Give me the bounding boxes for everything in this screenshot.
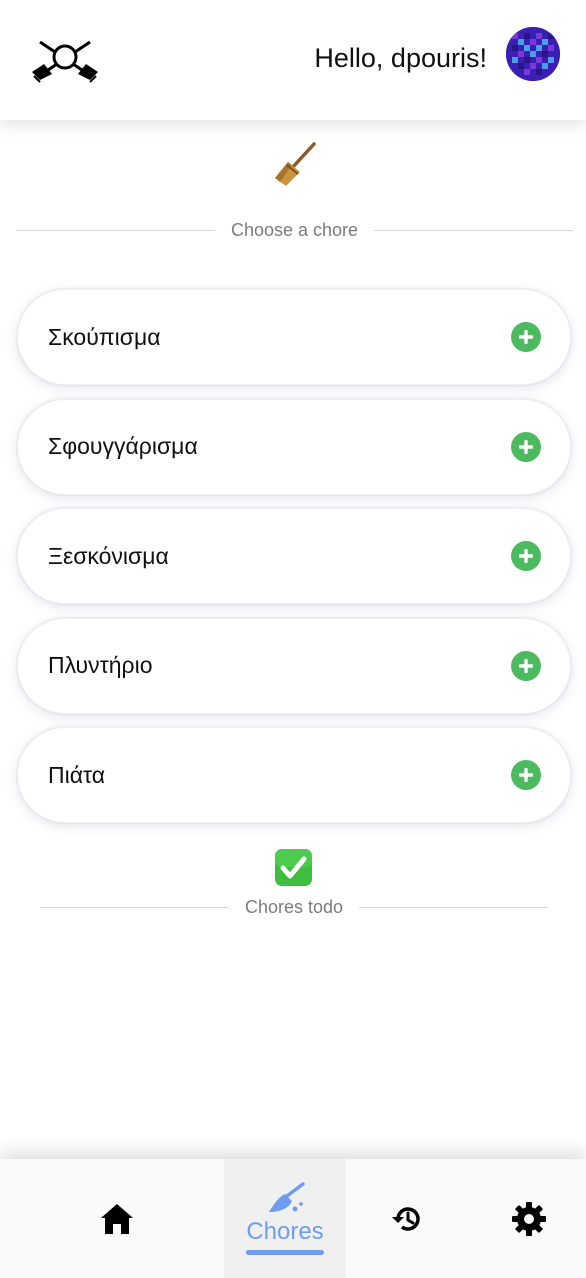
add-circle-icon[interactable] — [511, 322, 541, 352]
chore-item-skoupisma[interactable]: Σκούπισμα — [17, 289, 571, 385]
nav-settings[interactable] — [468, 1159, 586, 1278]
broom-icon — [269, 1182, 305, 1212]
avatar[interactable] — [506, 27, 560, 81]
divider-line-right — [359, 907, 548, 908]
add-circle-icon[interactable] — [511, 431, 541, 462]
nav-chores[interactable]: Chores — [224, 1159, 346, 1278]
chores-todo-label: Chores todo — [244, 897, 344, 917]
add-circle-icon[interactable] — [511, 650, 541, 681]
divider-line-left — [16, 230, 215, 231]
nav-history[interactable] — [346, 1159, 468, 1278]
choose-chore-label: Choose a chore — [230, 220, 359, 240]
check-mark-emoji — [274, 848, 313, 887]
chore-list: Σκούπισμα Σφουγγάρισμα Ξεσκόνισμα Πλυντή… — [17, 289, 571, 837]
crossed-brooms-icon[interactable] — [30, 34, 100, 84]
chore-label: Ξεσκόνισμα — [48, 542, 169, 569]
divider-line-right — [374, 230, 573, 231]
chore-label: Πλυντήριο — [48, 652, 153, 678]
nav-home[interactable] — [61, 1159, 173, 1278]
chore-label: Σκούπισμα — [48, 323, 161, 350]
chore-item-piata[interactable]: Πιάτα — [17, 727, 571, 823]
add-circle-icon[interactable] — [511, 541, 541, 571]
nav-chores-label: Chores — [246, 1218, 324, 1245]
chore-label: Σφουγγάρισμα — [48, 433, 198, 459]
gear-icon — [512, 1201, 546, 1236]
chore-label: Πιάτα — [48, 761, 106, 788]
greeting-text: Hello, dpouris! — [314, 43, 487, 73]
broom-emoji — [270, 140, 320, 190]
divider-line-left — [40, 907, 229, 908]
history-icon — [392, 1206, 420, 1231]
home-icon — [101, 1203, 133, 1234]
app-header: Hello, dpouris! — [0, 0, 586, 120]
active-indicator — [246, 1250, 324, 1255]
bottom-nav: Chores — [0, 1159, 586, 1278]
chores-todo-divider: Chores todo — [40, 897, 548, 918]
chore-item-sfouggarisma[interactable]: Σφουγγάρισμα — [17, 398, 571, 495]
add-circle-icon[interactable] — [511, 760, 541, 790]
choose-chore-divider: Choose a chore — [16, 220, 573, 241]
nav-chores-content: Chores — [246, 1182, 324, 1255]
chore-item-plyntirio[interactable]: Πλυντήριο — [17, 617, 571, 714]
chore-item-xeskonisma[interactable]: Ξεσκόνισμα — [17, 508, 571, 604]
